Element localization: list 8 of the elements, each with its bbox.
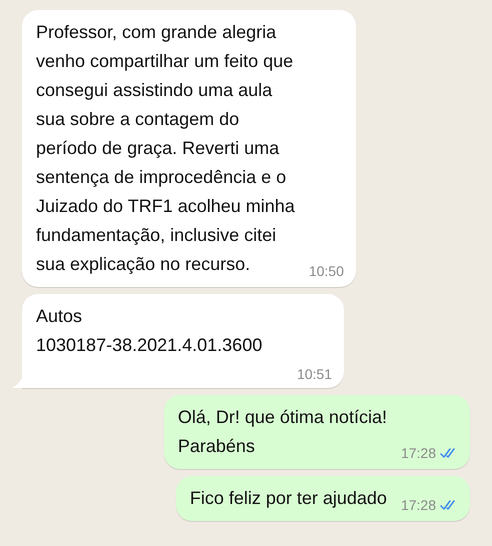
message-time: 10:51 — [296, 365, 332, 384]
message-text: Professor, com grande alegria venho compartilhar um feito que consegui assistindo uma aula sua sobre a contagem do período de graça. Reverti uma sentença de improcedência e o Juizado do TRF1 acolheu minha fundamentação, inclusive citei sua explicação no recurso. — [36, 21, 295, 276]
message-time: 17:28 — [400, 496, 436, 515]
message-text: Olá, Dr! que ótima notícia! Parabéns — [178, 406, 387, 458]
message-text: Fico feliz por ter ajudado — [190, 487, 387, 510]
message-time: 17:28 — [400, 444, 436, 463]
message-text: Autos 1030187-38.2021.4.01.3600 — [36, 305, 264, 357]
message-time: 10:50 — [308, 262, 344, 281]
